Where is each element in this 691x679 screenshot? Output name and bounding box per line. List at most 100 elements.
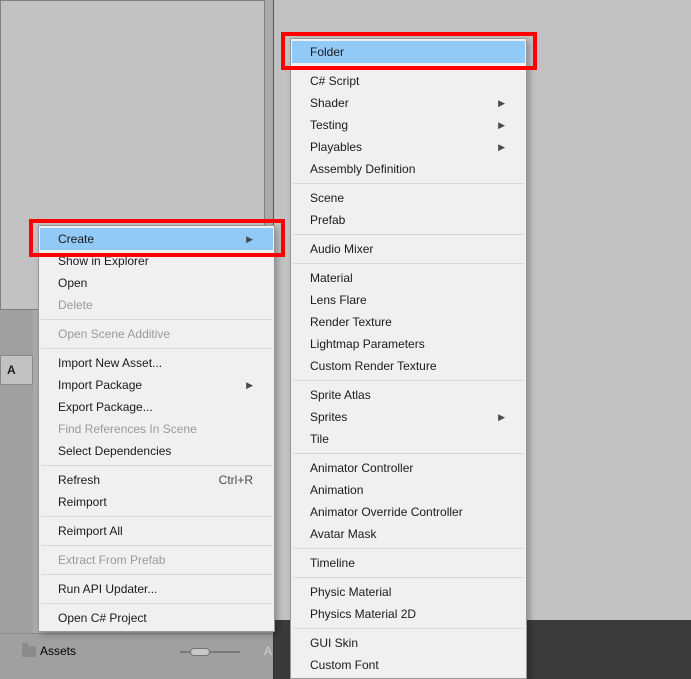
create-submenu[interactable]: FolderC# ScriptShader▶Testing▶Playables▶… [290, 38, 527, 679]
menu-item-label: Testing [310, 118, 348, 132]
menu-item-label: Material [310, 271, 353, 285]
menu-item-create[interactable]: Create▶ [40, 228, 273, 250]
menu-item-prefab[interactable]: Prefab [292, 209, 525, 231]
menu-item-show-in-explorer[interactable]: Show in Explorer [40, 250, 273, 272]
menu-item-label: Tile [310, 432, 329, 446]
menu-item-animation[interactable]: Animation [292, 479, 525, 501]
menu-item-custom-font[interactable]: Custom Font [292, 654, 525, 676]
menu-separator [293, 380, 524, 381]
project-context-menu[interactable]: Create▶Show in ExplorerOpenDeleteOpen Sc… [38, 225, 275, 632]
submenu-arrow-icon: ▶ [498, 142, 505, 153]
submenu-arrow-icon: ▶ [498, 412, 505, 423]
menu-item-label: Reimport All [58, 524, 123, 538]
menu-item-shortcut: Ctrl+R [219, 473, 253, 487]
menu-separator [41, 603, 272, 604]
menu-item-sprite-atlas[interactable]: Sprite Atlas [292, 384, 525, 406]
menu-item-label: Lens Flare [310, 293, 367, 307]
menu-item-open[interactable]: Open [40, 272, 273, 294]
menu-item-label: Animator Controller [310, 461, 413, 475]
menu-separator [293, 453, 524, 454]
menu-separator [41, 545, 272, 546]
menu-item-scene[interactable]: Scene [292, 187, 525, 209]
menu-item-assembly-definition[interactable]: Assembly Definition [292, 158, 525, 180]
menu-item-lightmap-parameters[interactable]: Lightmap Parameters [292, 333, 525, 355]
menu-item-label: Physic Material [310, 585, 391, 599]
menu-item-lens-flare[interactable]: Lens Flare [292, 289, 525, 311]
menu-item-label: Audio Mixer [310, 242, 373, 256]
submenu-arrow-icon: ▶ [246, 380, 253, 391]
menu-item-animator-override-controller[interactable]: Animator Override Controller [292, 501, 525, 523]
menu-item-label: Select Dependencies [58, 444, 171, 458]
menu-item-avatar-mask[interactable]: Avatar Mask [292, 523, 525, 545]
menu-item-label: Folder [310, 45, 344, 59]
menu-item-run-api-updater[interactable]: Run API Updater... [40, 578, 273, 600]
assets-breadcrumb-label: Assets [40, 644, 76, 658]
menu-separator [293, 183, 524, 184]
menu-item-animator-controller[interactable]: Animator Controller [292, 457, 525, 479]
menu-item-tile[interactable]: Tile [292, 428, 525, 450]
menu-item-folder[interactable]: Folder [292, 41, 525, 63]
menu-item-label: Export Package... [58, 400, 153, 414]
menu-separator [41, 465, 272, 466]
menu-separator [293, 66, 524, 67]
menu-item-label: Sprites [310, 410, 347, 424]
menu-item-label: GUI Skin [310, 636, 358, 650]
menu-item-audio-mixer[interactable]: Audio Mixer [292, 238, 525, 260]
menu-item-label: Render Texture [310, 315, 392, 329]
thumbnail-size-slider[interactable] [180, 648, 240, 656]
menu-item-export-package[interactable]: Export Package... [40, 396, 273, 418]
menu-item-reimport-all[interactable]: Reimport All [40, 520, 273, 542]
slider-track [180, 651, 240, 653]
menu-item-shader[interactable]: Shader ▶ [292, 92, 525, 114]
menu-item-label: Open C# Project [58, 611, 147, 625]
menu-item-material[interactable]: Material [292, 267, 525, 289]
assets-breadcrumb[interactable]: Assets [22, 644, 76, 658]
menu-item-label: Show in Explorer [58, 254, 149, 268]
menu-item-sprites[interactable]: Sprites ▶ [292, 406, 525, 428]
menu-item-playables[interactable]: Playables▶ [292, 136, 525, 158]
menu-item-render-texture[interactable]: Render Texture [292, 311, 525, 333]
menu-item-gui-skin[interactable]: GUI Skin [292, 632, 525, 654]
menu-item-label: Prefab [310, 213, 345, 227]
menu-item-label: Reimport [58, 495, 107, 509]
menu-item-label: Open [58, 276, 87, 290]
menu-item-label: Assembly Definition [310, 162, 415, 176]
menu-item-label: Create [58, 232, 94, 246]
menu-item-physics-material-2d[interactable]: Physics Material 2D [292, 603, 525, 625]
menu-item-open-c-project[interactable]: Open C# Project [40, 607, 273, 629]
menu-item-open-scene-additive: Open Scene Additive [40, 323, 273, 345]
menu-item-label: Timeline [310, 556, 355, 570]
menu-item-label: Physics Material 2D [310, 607, 416, 621]
preview-label-fragment: A [264, 644, 272, 658]
menu-item-label: Import New Asset... [58, 356, 162, 370]
menu-separator [41, 516, 272, 517]
menu-item-custom-render-texture[interactable]: Custom Render Texture [292, 355, 525, 377]
slider-thumb[interactable] [190, 648, 210, 656]
menu-item-extract-from-prefab: Extract From Prefab [40, 549, 273, 571]
menu-separator [41, 319, 272, 320]
menu-item-import-package[interactable]: Import Package▶ [40, 374, 273, 396]
menu-item-label: Shader [310, 96, 349, 110]
menu-separator [293, 577, 524, 578]
menu-separator [41, 574, 272, 575]
menu-item-refresh[interactable]: RefreshCtrl+R [40, 469, 273, 491]
menu-item-label: Sprite Atlas [310, 388, 371, 402]
menu-item-label: Animation [310, 483, 363, 497]
menu-item-label: C# Script [310, 74, 359, 88]
menu-separator [293, 628, 524, 629]
project-tab-header[interactable]: A [0, 355, 33, 385]
menu-item-label: Find References In Scene [58, 422, 197, 436]
menu-item-import-new-asset[interactable]: Import New Asset... [40, 352, 273, 374]
folder-icon [22, 646, 36, 657]
menu-item-select-dependencies[interactable]: Select Dependencies [40, 440, 273, 462]
menu-item-reimport[interactable]: Reimport [40, 491, 273, 513]
menu-item-label: Delete [58, 298, 93, 312]
submenu-arrow-icon: ▶ [498, 98, 505, 109]
menu-item-c-script[interactable]: C# Script [292, 70, 525, 92]
menu-item-physic-material[interactable]: Physic Material [292, 581, 525, 603]
menu-item-label: Open Scene Additive [58, 327, 170, 341]
menu-item-timeline[interactable]: Timeline [292, 552, 525, 574]
menu-item-label: Custom Font [310, 658, 379, 672]
menu-item-testing[interactable]: Testing▶ [292, 114, 525, 136]
menu-item-label: Avatar Mask [310, 527, 376, 541]
